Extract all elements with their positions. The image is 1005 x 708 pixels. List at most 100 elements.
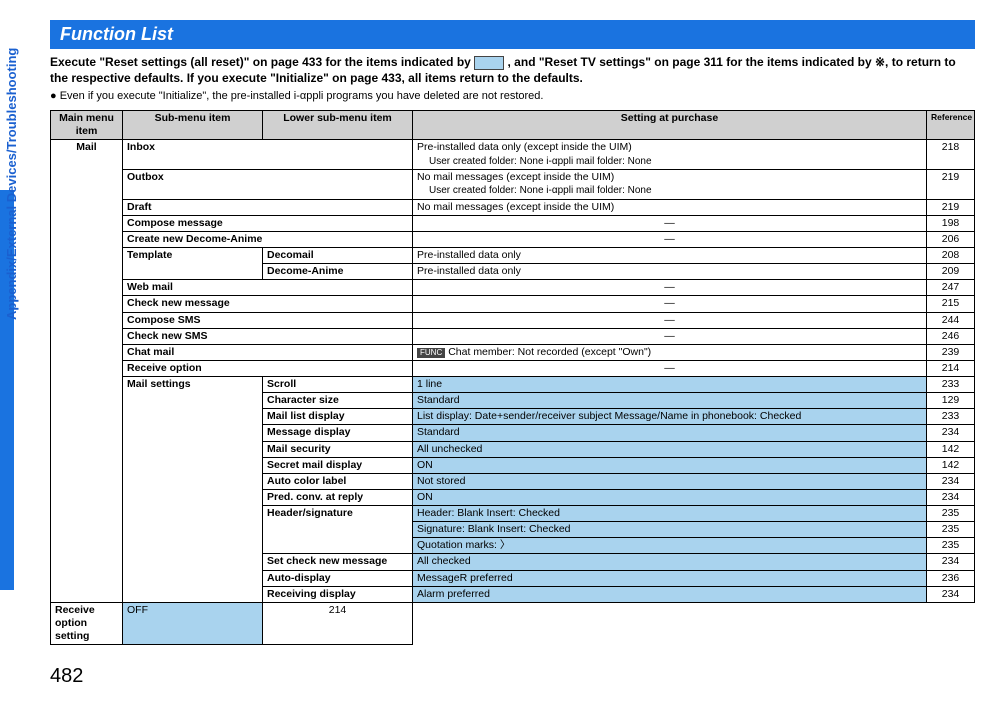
setting-decomail: Pre-installed data only: [413, 248, 927, 264]
page-number: 482: [50, 665, 975, 688]
setting-header: Header: Blank Insert: Checked: [413, 506, 927, 522]
sub-chatmail: Chat mail: [123, 344, 413, 360]
setting-decome-anime: Pre-installed data only: [413, 264, 927, 280]
low-secretmail: Secret mail display: [263, 457, 413, 473]
low-decomail: Decomail: [263, 248, 413, 264]
ref-checknew: 215: [927, 296, 975, 312]
ref-decome-anime: 209: [927, 264, 975, 280]
low-recvoptset: Receive option setting: [51, 602, 123, 644]
ref-signature: 235: [927, 522, 975, 538]
page-title: Function List: [50, 20, 975, 49]
ref-draft: 219: [927, 199, 975, 215]
sub-decome: Create new Decome-Anime: [123, 231, 413, 247]
ref-receive-option: 214: [927, 360, 975, 376]
ref-setchecknew: 234: [927, 554, 975, 570]
ref-autodisplay: 236: [927, 570, 975, 586]
ref-decomail: 208: [927, 248, 975, 264]
ref-webmail: 247: [927, 280, 975, 296]
side-section-label: Appendix/External Devices/Troubleshootin…: [4, 48, 19, 320]
setting-mailsecurity: All unchecked: [413, 441, 927, 457]
ref-inbox: 218: [927, 140, 975, 170]
low-setchecknew: Set check new message: [263, 554, 413, 570]
table-row: Check new SMS ― 246: [51, 328, 975, 344]
table-header-row: Main menu item Sub-menu item Lower sub-m…: [51, 111, 975, 140]
low-recvdisplay: Receiving display: [263, 586, 413, 602]
setting-chat-text: Chat member: Not recorded (except "Own"): [448, 346, 651, 358]
low-headersig: Header/signature: [263, 506, 413, 554]
ref-compose: 198: [927, 215, 975, 231]
table-row: Compose message ― 198: [51, 215, 975, 231]
ref-predconv: 234: [927, 489, 975, 505]
sub-template: Template: [123, 248, 263, 280]
table-row: Receive option ― 214: [51, 360, 975, 376]
setting-secretmail: ON: [413, 457, 927, 473]
setting-compose: ―: [413, 215, 927, 231]
intro-text: Execute "Reset settings (all reset)" on …: [50, 55, 975, 86]
ref-mailsecurity: 142: [927, 441, 975, 457]
header-reference: Reference: [927, 111, 975, 140]
table-row: Create new Decome-Anime ― 206: [51, 231, 975, 247]
low-mailsecurity: Mail security: [263, 441, 413, 457]
ref-autocolor: 234: [927, 473, 975, 489]
table-row: Template Decomail Pre-installed data onl…: [51, 248, 975, 264]
sub-draft: Draft: [123, 199, 413, 215]
low-maillist: Mail list display: [263, 409, 413, 425]
setting-quotation: Quotation marks: 〉: [413, 538, 927, 554]
table-row: Draft No mail messages (except inside th…: [51, 199, 975, 215]
table-row: Outbox No mail messages (except inside t…: [51, 170, 975, 200]
sub-checksms: Check new SMS: [123, 328, 413, 344]
ref-header: 235: [927, 506, 975, 522]
setting-outbox-line2: User created folder: None i-αppli mail f…: [417, 185, 652, 196]
sub-outbox: Outbox: [123, 170, 413, 200]
ref-chatmail: 239: [927, 344, 975, 360]
low-scroll: Scroll: [263, 377, 413, 393]
function-list-table: Main menu item Sub-menu item Lower sub-m…: [50, 110, 975, 645]
table-row: Check new message ― 215: [51, 296, 975, 312]
ref-composesms: 244: [927, 312, 975, 328]
setting-receive-option: ―: [413, 360, 927, 376]
sub-receive-option: Receive option: [123, 360, 413, 376]
setting-outbox: No mail messages (except inside the UIM)…: [413, 170, 927, 200]
setting-outbox-line1: No mail messages (except inside the UIM): [417, 171, 614, 183]
low-autocolor: Auto color label: [263, 473, 413, 489]
table-row: Chat mail FUNCChat member: Not recorded …: [51, 344, 975, 360]
sub-composesms: Compose SMS: [123, 312, 413, 328]
setting-webmail: ―: [413, 280, 927, 296]
ref-checksms: 246: [927, 328, 975, 344]
table-row: Receive option setting OFF 214: [51, 602, 975, 644]
setting-scroll: 1 line: [413, 377, 927, 393]
setting-inbox-line1: Pre-installed data only (except inside t…: [417, 141, 632, 153]
header-sub: Sub-menu item: [123, 111, 263, 140]
setting-msgdisplay: Standard: [413, 425, 927, 441]
setting-maillist: List display: Date+sender/receiver subje…: [413, 409, 927, 425]
ref-outbox: 219: [927, 170, 975, 200]
setting-draft: No mail messages (except inside the UIM): [413, 199, 927, 215]
highlight-box-indicator: [474, 56, 504, 70]
setting-predconv: ON: [413, 489, 927, 505]
ref-charsize: 129: [927, 393, 975, 409]
table-row: Compose SMS ― 244: [51, 312, 975, 328]
setting-autodisplay: MessageR preferred: [413, 570, 927, 586]
sub-checknew: Check new message: [123, 296, 413, 312]
intro-part1: Execute "Reset settings (all reset)" on …: [50, 55, 474, 69]
setting-decome: ―: [413, 231, 927, 247]
low-predconv: Pred. conv. at reply: [263, 489, 413, 505]
ref-decome: 206: [927, 231, 975, 247]
table-row: Mail Inbox Pre-installed data only (exce…: [51, 140, 975, 170]
ref-recvdisplay: 234: [927, 586, 975, 602]
sub-inbox: Inbox: [123, 140, 413, 170]
sub-webmail: Web mail: [123, 280, 413, 296]
ref-scroll: 233: [927, 377, 975, 393]
table-row: Mail settings Scroll 1 line 233: [51, 377, 975, 393]
main-item-mail: Mail: [51, 140, 123, 602]
setting-charsize: Standard: [413, 393, 927, 409]
table-row: Web mail ― 247: [51, 280, 975, 296]
setting-signature: Signature: Blank Insert: Checked: [413, 522, 927, 538]
intro-note: ● Even if you execute "Initialize", the …: [50, 90, 975, 102]
setting-recvdisplay: Alarm preferred: [413, 586, 927, 602]
header-setting: Setting at purchase: [413, 111, 927, 140]
setting-chatmail: FUNCChat member: Not recorded (except "O…: [413, 344, 927, 360]
header-main: Main menu item: [51, 111, 123, 140]
low-autodisplay: Auto-display: [263, 570, 413, 586]
setting-inbox-line2: User created folder: None i-αppli mail f…: [417, 156, 652, 167]
